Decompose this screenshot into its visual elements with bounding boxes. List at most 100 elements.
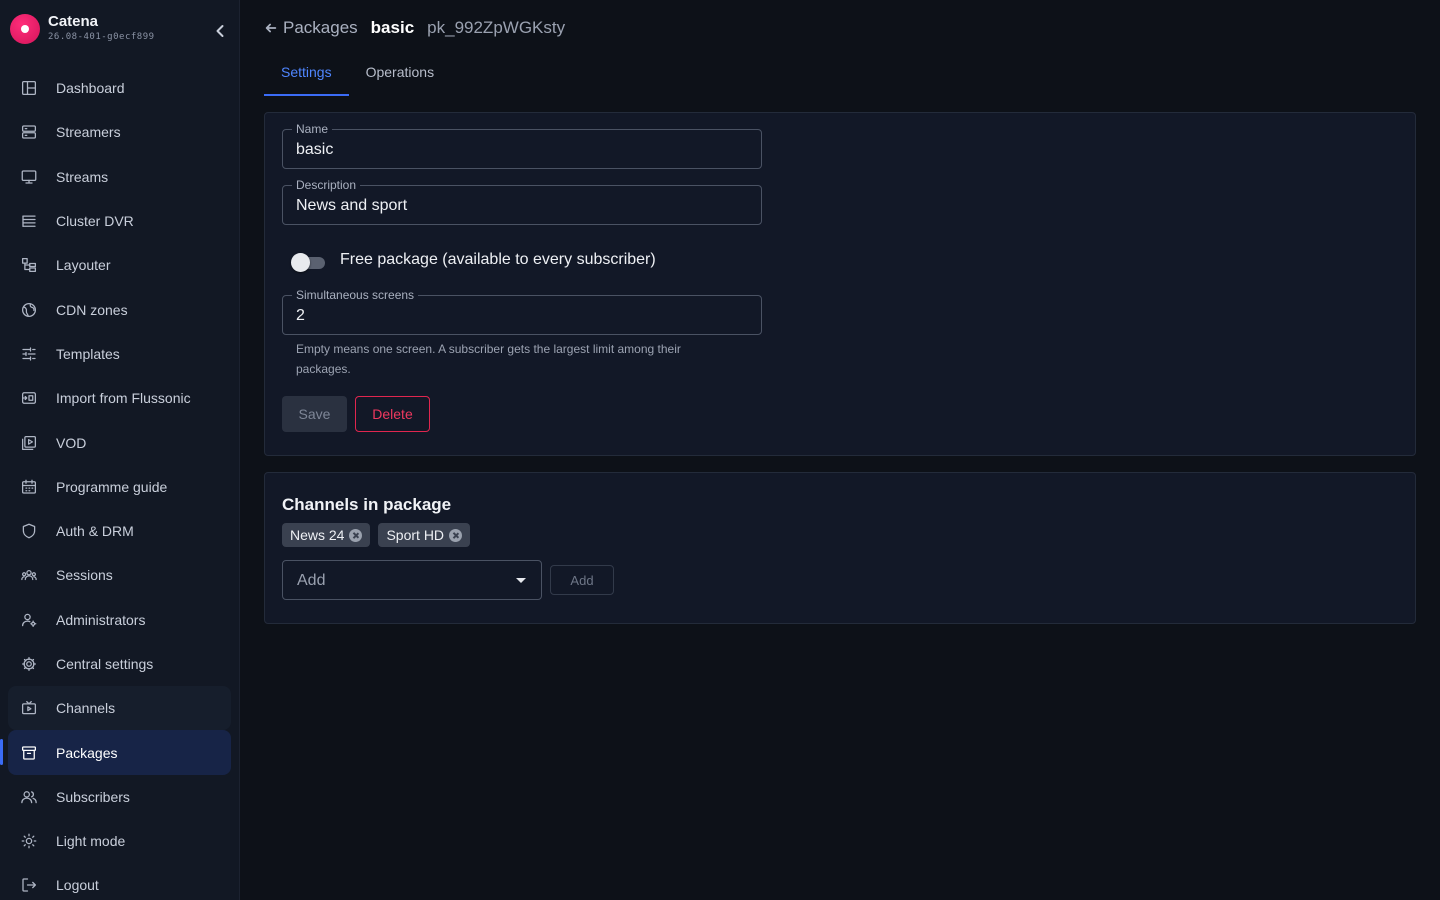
users-icon bbox=[20, 788, 38, 806]
simultaneous-screens-label: Simultaneous screens bbox=[292, 288, 419, 302]
sidebar-item-sessions[interactable]: Sessions bbox=[8, 553, 231, 597]
import-icon bbox=[20, 389, 38, 407]
tab-settings[interactable]: Settings bbox=[264, 52, 349, 96]
sidebar-item-label: Subscribers bbox=[56, 788, 130, 805]
caret-down-icon bbox=[516, 578, 526, 583]
remove-chip-icon[interactable] bbox=[349, 528, 363, 542]
archive-icon bbox=[20, 744, 38, 762]
sidebar-item-label: Dashboard bbox=[56, 80, 125, 97]
page-title: basic bbox=[370, 18, 415, 37]
sidebar-item-label: CDN zones bbox=[56, 301, 128, 318]
sun-icon bbox=[20, 832, 38, 850]
channel-chip: Sport HD bbox=[378, 523, 471, 547]
sidebar-item-label: Sessions bbox=[56, 567, 113, 584]
name-field-value: basic bbox=[296, 141, 334, 158]
sidebar-item-label: VOD bbox=[56, 434, 87, 451]
video-library-icon bbox=[20, 434, 38, 452]
sidebar-item-layouter[interactable]: Layouter bbox=[8, 243, 231, 287]
storage-icon bbox=[20, 212, 38, 230]
arrow-left-icon bbox=[265, 23, 277, 33]
catena-logo-icon bbox=[10, 14, 40, 44]
sidebar-item-import-from-flussonic[interactable]: Import from Flussonic bbox=[8, 376, 231, 420]
add-channel-button[interactable]: Add bbox=[550, 565, 614, 595]
simultaneous-screens-value: 2 bbox=[296, 307, 305, 324]
sidebar-item-label: Streams bbox=[56, 168, 109, 185]
monitor-icon bbox=[20, 168, 38, 186]
sidebar-item-templates[interactable]: Templates bbox=[8, 332, 231, 376]
sidebar-item-vod[interactable]: VOD bbox=[8, 420, 231, 464]
description-field-label: Description bbox=[292, 178, 361, 192]
breadcrumb-back-label: Packages bbox=[283, 18, 358, 37]
delete-button[interactable]: Delete bbox=[355, 396, 430, 432]
simultaneous-screens-field[interactable]: Simultaneous screens 2 bbox=[282, 288, 762, 335]
dashboard-icon bbox=[20, 79, 38, 97]
simultaneous-screens-help: Empty means one screen. A subscriber get… bbox=[296, 342, 681, 376]
sidebar-item-label: Layouter bbox=[56, 257, 111, 274]
sidebar-item-label: Packages bbox=[56, 744, 118, 761]
sidebar-item-subscribers[interactable]: Subscribers bbox=[8, 775, 231, 819]
free-package-toggle[interactable] bbox=[291, 252, 329, 272]
sidebar-item-packages[interactable]: Packages bbox=[0, 730, 231, 775]
add-channel-placeholder: Add bbox=[297, 572, 326, 589]
sidebar-item-streams[interactable]: Streams bbox=[8, 155, 231, 199]
admin-icon bbox=[20, 611, 38, 629]
channel-chip-label: Sport HD bbox=[386, 527, 445, 543]
sidebar-item-cdn-zones[interactable]: CDN zones bbox=[8, 287, 231, 331]
sidebar-item-auth-drm[interactable]: Auth & DRM bbox=[8, 509, 231, 553]
remove-chip-icon[interactable] bbox=[449, 528, 463, 542]
sidebar-item-light-mode[interactable]: Light mode bbox=[8, 819, 231, 863]
back-to-packages-link[interactable]: Packages bbox=[264, 18, 358, 38]
sidebar-item-label: Logout bbox=[56, 877, 99, 894]
sidebar-nav: Dashboard Streamers Streams Cluster DVR … bbox=[0, 66, 231, 900]
sidebar-item-label: Programme guide bbox=[56, 478, 168, 495]
gear-icon bbox=[20, 655, 38, 673]
description-field[interactable]: Description News and sport bbox=[282, 178, 762, 225]
tab-bar: Settings Operations bbox=[264, 52, 451, 96]
save-button[interactable]: Save bbox=[282, 396, 347, 432]
name-field-label: Name bbox=[292, 122, 333, 136]
sidebar-item-label: Cluster DVR bbox=[56, 213, 134, 230]
channels-title: Channels in package bbox=[282, 495, 452, 514]
sidebar-item-label: Light mode bbox=[56, 833, 126, 850]
chevron-left-icon bbox=[216, 25, 224, 37]
sidebar-item-channels[interactable]: Channels bbox=[8, 686, 231, 731]
sidebar-item-central-settings[interactable]: Central settings bbox=[8, 642, 231, 686]
sidebar-item-label: Streamers bbox=[56, 124, 121, 141]
brand: Catena 26.08-401-g0ecf899 bbox=[10, 13, 230, 45]
tv-icon bbox=[20, 699, 38, 717]
sidebar-item-label: Channels bbox=[56, 700, 116, 717]
brand-version: 26.08-401-g0ecf899 bbox=[48, 32, 155, 42]
server-icon bbox=[20, 123, 38, 141]
sidebar-item-streamers[interactable]: Streamers bbox=[8, 110, 231, 154]
breadcrumb: Packages basic pk_992ZpWGKsty bbox=[264, 17, 565, 39]
layout-icon bbox=[20, 256, 38, 274]
channel-chip-label: News 24 bbox=[290, 527, 345, 543]
name-field[interactable]: Name basic bbox=[282, 122, 762, 169]
channel-chip: News 24 bbox=[282, 523, 371, 547]
sidebar-item-dashboard[interactable]: Dashboard bbox=[8, 66, 231, 110]
tab-operations[interactable]: Operations bbox=[349, 52, 451, 96]
sidebar-item-label: Templates bbox=[56, 345, 120, 362]
description-field-value: News and sport bbox=[296, 197, 408, 214]
sidebar-item-label: Central settings bbox=[56, 656, 154, 672]
active-indicator bbox=[0, 739, 3, 766]
collapse-sidebar-button[interactable] bbox=[210, 21, 230, 41]
sidebar-item-cluster-dvr[interactable]: Cluster DVR bbox=[8, 199, 231, 243]
sidebar: Catena 26.08-401-g0ecf899 Dashboard Stre… bbox=[0, 0, 240, 900]
sidebar-item-label: Import from Flussonic bbox=[56, 390, 191, 407]
channel-chips: News 24 Sport HD bbox=[282, 523, 478, 547]
brand-name: Catena bbox=[48, 13, 99, 30]
calendar-icon bbox=[20, 478, 38, 496]
package-id: pk_992ZpWGKsty bbox=[427, 18, 566, 37]
sidebar-item-administrators[interactable]: Administrators bbox=[8, 598, 231, 642]
free-package-label: Free package (available to every subscri… bbox=[340, 251, 656, 268]
sidebar-item-logout[interactable]: Logout bbox=[8, 863, 231, 900]
sidebar-item-label: Administrators bbox=[56, 611, 146, 628]
settings-card: Name basic Description News and sport Fr… bbox=[264, 112, 1416, 456]
sidebar-item-programme-guide[interactable]: Programme guide bbox=[8, 465, 231, 509]
shield-icon bbox=[20, 522, 38, 540]
sidebar-item-label: Auth & DRM bbox=[56, 523, 134, 540]
sliders-icon bbox=[20, 345, 38, 363]
add-channel-select[interactable]: Add bbox=[282, 560, 542, 600]
sessions-icon bbox=[20, 566, 38, 584]
